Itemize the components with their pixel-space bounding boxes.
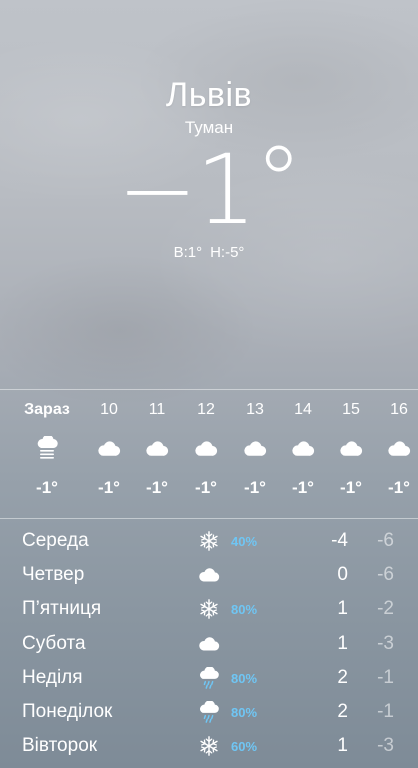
city-name: Львів xyxy=(165,76,253,114)
cloud-icon xyxy=(372,428,418,468)
day-name: Неділя xyxy=(22,666,83,688)
precip-chance: 80% xyxy=(231,704,258,720)
cloud-icon xyxy=(276,428,330,468)
daily-row: Вівторок 60% 1 -3 xyxy=(0,729,418,763)
hourly-item: 15 -1° xyxy=(324,392,378,504)
daily-row: Середа 40% -4 -6 xyxy=(0,524,418,558)
precip-chance: 80% xyxy=(231,670,258,686)
snowflake-icon xyxy=(197,735,221,757)
cloud-icon xyxy=(179,428,233,468)
snowflake-icon xyxy=(197,598,221,620)
day-name: Субота xyxy=(22,632,86,654)
hourly-temp: -1° xyxy=(195,478,217,497)
cloud-icon xyxy=(197,633,221,655)
cloud-icon xyxy=(130,428,184,468)
degree-symbol: ° xyxy=(254,126,303,238)
hourly-temp: -1° xyxy=(244,478,266,497)
day-high: 1 xyxy=(337,735,348,757)
hourly-item: 16 -1° xyxy=(372,392,418,504)
hourly-time: 11 xyxy=(148,401,166,418)
day-low: -6 xyxy=(377,564,394,586)
cloud-icon xyxy=(228,428,282,468)
hourly-item: 11 -1° xyxy=(130,392,184,504)
hourly-item: 10 -1° xyxy=(82,392,136,504)
cloud-icon xyxy=(197,564,221,586)
day-name: Середа xyxy=(22,530,89,551)
hourly-time: Зараз xyxy=(24,401,70,418)
day-low: -6 xyxy=(377,530,394,551)
high-low: В:1° Н:-5° xyxy=(0,244,418,261)
fog-icon xyxy=(20,428,74,468)
hourly-forecast[interactable]: Зараз -1° 10 -1° 11 -1° 12 -1° 13 -1° 14 -1° 15 -1° 16… xyxy=(0,392,418,518)
day-low: -3 xyxy=(377,735,394,757)
hourly-temp: -1° xyxy=(98,478,120,497)
hourly-time: 12 xyxy=(197,401,215,418)
temperature-value: −1 xyxy=(117,134,257,246)
day-high: 1 xyxy=(337,632,348,654)
day-high: 1 xyxy=(337,598,348,620)
precip-chance: 60% xyxy=(231,739,258,755)
hourly-temp: -1° xyxy=(146,478,168,497)
cloud-rain-icon xyxy=(197,666,221,689)
hourly-item: Зараз -1° xyxy=(20,392,74,504)
hourly-time: 16 xyxy=(390,401,408,418)
cloud-icon xyxy=(82,428,136,468)
day-high: 2 xyxy=(337,666,348,688)
low-temp: Н:-5° xyxy=(210,244,245,261)
hourly-item: 12 -1° xyxy=(179,392,233,504)
hourly-time: 15 xyxy=(342,401,360,418)
precip-chance: 40% xyxy=(231,534,258,549)
day-name: П’ятниця xyxy=(22,598,102,620)
hourly-temp: -1° xyxy=(388,478,410,497)
daily-forecast[interactable]: Середа 40% -4 -6 Четвер 0 -6 П’ятниця 80% 1 -2 Субо… xyxy=(0,524,418,763)
daily-row: Субота 1 -3 xyxy=(0,627,418,661)
day-name: Понеділок xyxy=(22,700,113,722)
day-name: Четвер xyxy=(22,564,85,586)
snowflake-icon xyxy=(197,530,221,552)
hourly-top-divider xyxy=(0,389,418,390)
hourly-temp: -1° xyxy=(340,478,362,497)
hourly-time: 10 xyxy=(100,401,118,418)
daily-row: Понеділок 80% 2 -1 xyxy=(0,695,418,729)
hourly-time: 14 xyxy=(294,401,312,418)
day-name: Вівторок xyxy=(22,735,98,757)
high-temp: В:1° xyxy=(173,244,203,261)
hourly-time: 13 xyxy=(246,401,264,418)
day-low: -1 xyxy=(377,700,394,722)
cloud-icon xyxy=(324,428,378,468)
day-high: 0 xyxy=(337,564,348,586)
precip-chance: 80% xyxy=(231,602,258,618)
cloud-rain-icon xyxy=(197,700,221,723)
hourly-bottom-divider xyxy=(0,518,418,519)
daily-row: П’ятниця 80% 1 -2 xyxy=(0,592,418,626)
hourly-temp: -1° xyxy=(292,478,314,497)
daily-row: Четвер 0 -6 xyxy=(0,558,418,592)
hourly-item: 13 -1° xyxy=(228,392,282,504)
hourly-temp: -1° xyxy=(36,478,58,497)
day-low: -1 xyxy=(377,666,394,688)
day-high: -4 xyxy=(331,530,348,551)
hourly-item: 14 -1° xyxy=(276,392,330,504)
current-temperature: −1° xyxy=(0,132,418,240)
day-low: -2 xyxy=(377,598,394,620)
daily-row: Неділя 80% 2 -1 xyxy=(0,661,418,695)
day-high: 2 xyxy=(337,700,348,722)
day-low: -3 xyxy=(377,632,394,654)
